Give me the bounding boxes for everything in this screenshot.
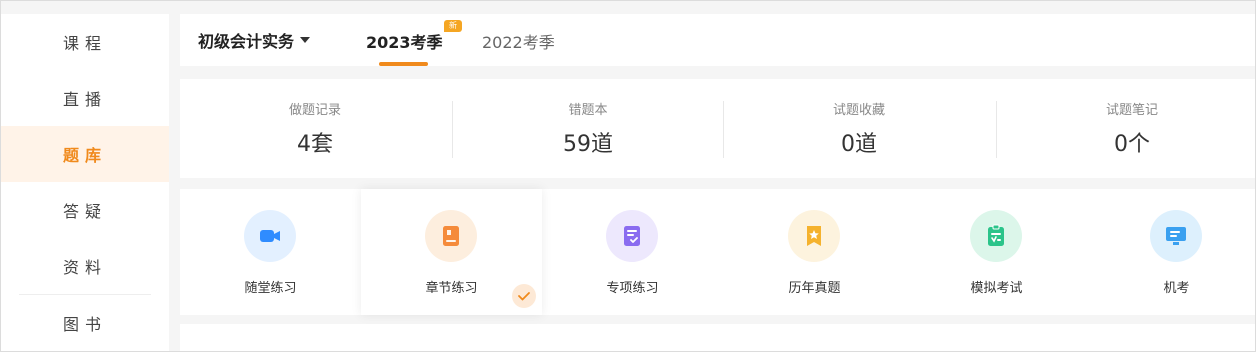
active-tab-indicator [379,62,428,66]
star-bookmark-icon [788,210,840,262]
new-badge: 新 [444,20,462,32]
stat-label: 试题收藏 [832,103,885,118]
content-panel [180,324,1255,351]
practice-computer-exam[interactable]: 机考 [1086,189,1256,315]
stat-favorites[interactable]: 试题收藏 0道 [724,79,994,178]
subject-dropdown[interactable]: 初级会计实务 [198,28,311,52]
practice-label: 专项练习 [606,281,659,296]
subject-label: 初级会计实务 [198,32,295,51]
sidebar-item-question-bank[interactable]: 题库 [1,126,169,182]
practice-in-class[interactable]: 随堂练习 [180,189,361,315]
practice-special[interactable]: 专项练习 [542,189,723,315]
sidebar-item-live[interactable]: 直播 [1,70,169,126]
exam-clipboard-icon [970,210,1022,262]
practice-label: 历年真题 [788,281,841,296]
stats-panel: 做题记录 4套 错题本 59道 试题收藏 0道 试题笔记 0个 [180,79,1255,178]
checklist-document-icon [606,210,658,262]
stat-practice-records[interactable]: 做题记录 4套 [180,79,450,178]
video-camera-icon [244,210,296,262]
sidebar-item-materials[interactable]: 资料 [1,238,169,294]
stat-value: 0个 [1114,132,1150,157]
sidebar-item-books[interactable]: 图书 [1,295,169,351]
header-bar: 初级会计实务 2023考季 新 2022考季 [180,14,1255,66]
practice-label: 随堂练习 [244,281,297,296]
tab-2022-season[interactable]: 2022考季 [482,29,555,53]
stat-value: 4套 [297,132,333,157]
practice-modes-panel: 随堂练习 章节练习 专项练习 历年真题 模拟考试 机考 [180,189,1255,315]
check-icon [512,284,536,308]
practice-past-exams[interactable]: 历年真题 [724,189,905,315]
stat-wrong-questions[interactable]: 错题本 59道 [453,79,723,178]
stat-label: 试题笔记 [1105,103,1158,118]
sidebar-item-courses[interactable]: 课程 [1,14,169,70]
sidebar-item-qa[interactable]: 答疑 [1,182,169,238]
sidebar: 课程 直播 题库 答疑 资料 图书 [1,14,169,351]
tab-2023-season[interactable]: 2023考季 [366,29,443,53]
stat-label: 做题记录 [288,103,341,118]
stat-value: 59道 [563,132,613,157]
book-icon [425,210,477,262]
practice-chapter[interactable]: 章节练习 [361,189,542,315]
practice-label: 模拟考试 [970,281,1023,296]
stat-label: 错题本 [568,103,608,118]
stat-notes[interactable]: 试题笔记 0个 [997,79,1256,178]
computer-monitor-icon [1150,210,1202,262]
practice-mock-exam[interactable]: 模拟考试 [906,189,1087,315]
stat-value: 0道 [841,132,877,157]
caret-down-icon [300,37,311,43]
practice-label: 机考 [1163,281,1190,296]
